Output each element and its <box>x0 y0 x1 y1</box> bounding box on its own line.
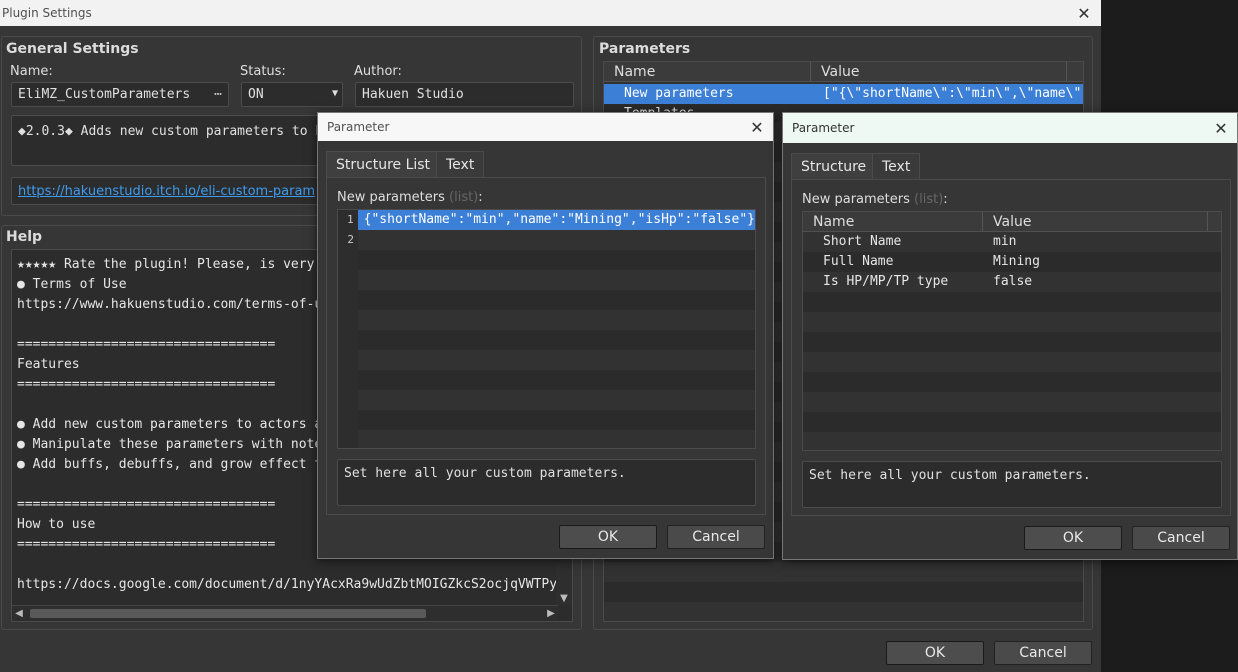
scroll-right-icon[interactable]: ▶ <box>544 606 558 621</box>
gutter <box>338 250 358 448</box>
close-icon[interactable]: ✕ <box>1067 0 1101 26</box>
param-label-text: New parameters <box>337 190 445 205</box>
dialog2-param-label: New parameters (list): <box>802 192 948 207</box>
col-value-header: Value <box>983 212 1208 231</box>
general-settings-title: General Settings <box>6 41 139 57</box>
tab-structure[interactable]: Structure <box>791 153 877 179</box>
dialog2-cancel-button[interactable]: Cancel <box>1132 526 1230 550</box>
structure-row[interactable]: Full Name Mining <box>803 252 1221 272</box>
dialog1-param-label: New parameters (list): <box>337 190 483 205</box>
dialog2-description: Set here all your custom parameters. <box>802 461 1222 508</box>
help-title: Help <box>6 229 43 245</box>
close-icon[interactable]: ✕ <box>741 113 773 141</box>
dialog2-ok-button[interactable]: OK <box>1024 526 1122 550</box>
dialog1-ok-button[interactable]: OK <box>559 525 657 549</box>
dialog1-title: Parameter <box>327 120 390 134</box>
chevron-down-icon[interactable]: ▼ <box>332 88 338 99</box>
dialog2-title: Parameter <box>792 121 855 135</box>
scroll-left-icon[interactable]: ◀ <box>12 606 26 621</box>
status-label: Status: <box>240 64 286 79</box>
status-select[interactable]: ON ▼ <box>241 82 343 107</box>
structure-table-header: Name Value <box>803 212 1221 232</box>
dialog1-titlebar: Parameter ✕ <box>318 113 773 141</box>
structure-row[interactable]: Is HP/MP/TP type false <box>803 272 1221 292</box>
list-line[interactable]: 2 <box>338 230 755 250</box>
line-number: 1 <box>338 210 358 230</box>
status-value: ON <box>248 87 264 102</box>
field-name: Short Name <box>823 234 902 249</box>
help-horizontal-scrollbar[interactable]: ◀ ▶ <box>12 605 558 621</box>
param-type-text: (list) <box>449 190 479 205</box>
param-value: ["{\"shortName\":\"min\",\"name\"… <box>823 86 1081 101</box>
parameter-row-selected[interactable]: New parameters ["{\"shortName\":\"min\",… <box>604 84 1083 104</box>
col-name-header: Name <box>803 212 983 231</box>
dialog1-tab-panel: New parameters (list): 1 {"shortName":"m… <box>326 177 766 515</box>
tab-structure-list[interactable]: Structure List <box>326 151 441 177</box>
structure-table: Name Value Short Name min Full Name Mini… <box>802 211 1222 451</box>
author-field[interactable]: Hakuen Studio <box>355 82 574 107</box>
parameter-dialog-list: Parameter ✕ Structure List Text New para… <box>317 112 774 559</box>
param-colon: : <box>943 192 948 207</box>
line-text: {"shortName":"min","name":"Mining","isHp… <box>357 210 755 230</box>
help-line: https://docs.google.com/document/d/1nyYA… <box>17 577 556 592</box>
field-value: Mining <box>993 254 1040 269</box>
close-icon[interactable]: ✕ <box>1205 113 1237 143</box>
help-scroll-thumb[interactable] <box>30 609 426 618</box>
author-value: Hakuen Studio <box>362 87 464 102</box>
dialog2-description-text: Set here all your custom parameters. <box>809 468 1091 483</box>
param-name: New parameters <box>624 86 734 101</box>
field-value: min <box>993 234 1017 249</box>
parameter-dialog-structure: Parameter ✕ Structure Text New parameter… <box>782 112 1238 560</box>
main-titlebar: Plugin Settings ✕ <box>0 0 1101 26</box>
plugin-link[interactable]: https://hakuenstudio.itch.io/eli-custom-… <box>18 184 315 199</box>
list-editor[interactable]: 1 {"shortName":"min","name":"Mining","is… <box>337 209 756 449</box>
description-text: ◆2.0.3◆ Adds new custom parameters to ba… <box>18 124 347 139</box>
parameters-title: Parameters <box>599 41 691 57</box>
col-name-header: Name <box>604 62 811 81</box>
structure-row[interactable]: Short Name min <box>803 232 1221 252</box>
field-name: Full Name <box>823 254 894 269</box>
dialog2-titlebar: Parameter ✕ <box>783 113 1237 143</box>
name-value: EliMZ_CustomParameters <box>18 87 191 102</box>
dialog1-description: Set here all your custom parameters. <box>337 459 756 506</box>
tab-text[interactable]: Text <box>872 153 921 179</box>
scroll-down-icon[interactable]: ▼ <box>556 591 572 605</box>
name-label: Name: <box>10 64 53 79</box>
line-text <box>358 230 755 250</box>
param-label-text: New parameters <box>802 192 910 207</box>
param-colon: : <box>478 190 483 205</box>
author-label: Author: <box>354 64 402 79</box>
ellipsis-icon[interactable]: ⋯ <box>214 87 222 102</box>
field-name: Is HP/MP/TP type <box>823 274 949 289</box>
dialog1-description-text: Set here all your custom parameters. <box>344 466 626 481</box>
col-value-header: Value <box>811 62 1067 81</box>
main-window-title: Plugin Settings <box>2 6 92 20</box>
dialog1-cancel-button[interactable]: Cancel <box>667 525 765 549</box>
name-field[interactable]: EliMZ_CustomParameters ⋯ <box>11 82 229 107</box>
parameters-table-header: Name Value <box>604 62 1083 82</box>
cancel-button[interactable]: Cancel <box>994 641 1092 665</box>
field-value: false <box>993 274 1033 289</box>
tab-text[interactable]: Text <box>436 151 485 177</box>
dialog2-tab-panel: New parameters (list): Name Value Short … <box>791 179 1231 516</box>
ok-button[interactable]: OK <box>886 641 984 665</box>
param-type-text: (list) <box>914 192 944 207</box>
list-line-selected[interactable]: 1 {"shortName":"min","name":"Mining","is… <box>338 210 755 230</box>
line-number: 2 <box>338 230 358 250</box>
